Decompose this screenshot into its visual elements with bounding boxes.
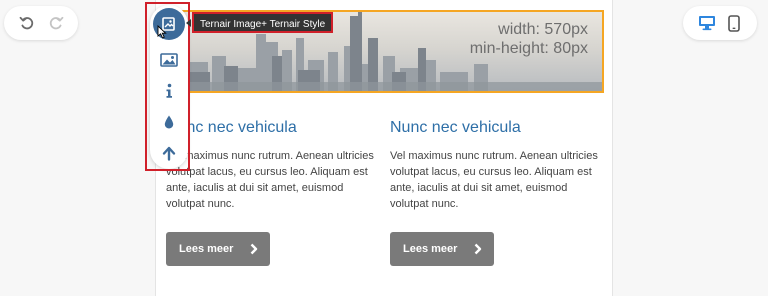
dimension-overlay: width: 570px min-height: 80px [470, 20, 588, 58]
desktop-icon[interactable] [697, 13, 717, 33]
column-heading: Nunc nec vehicula [390, 119, 521, 136]
content-column-right: Nunc nec vehicula Vel maximus nunc rutru… [390, 118, 604, 266]
mouse-cursor-icon [157, 25, 167, 39]
history-controls [4, 6, 78, 40]
column-body: Vel maximus nunc rutrum. Aenean ultricie… [166, 150, 374, 210]
min-height-label: min-height: 80px [469, 40, 588, 57]
chevron-right-icon [474, 243, 482, 255]
device-switcher [683, 6, 757, 40]
read-more-button[interactable]: Lees meer [390, 232, 494, 266]
mobile-icon[interactable] [724, 13, 744, 33]
content-column-left: Nunc nec vehicula Vel maximus nunc rutru… [166, 118, 380, 266]
read-more-button[interactable]: Lees meer [166, 232, 270, 266]
width-label: width: 570px [498, 21, 588, 38]
redo-icon[interactable] [46, 13, 66, 33]
chevron-right-icon [250, 243, 258, 255]
toolbar-tooltip: Ternair Image+ Ternair Style [185, 12, 334, 33]
toolbar-highlight [145, 2, 190, 171]
undo-icon[interactable] [17, 13, 37, 33]
column-heading: Nunc nec vehicula [166, 119, 297, 136]
column-body: Vel maximus nunc rutrum. Aenean ultricie… [390, 150, 598, 210]
read-more-label: Lees meer [179, 243, 234, 255]
read-more-label: Lees meer [403, 243, 458, 255]
